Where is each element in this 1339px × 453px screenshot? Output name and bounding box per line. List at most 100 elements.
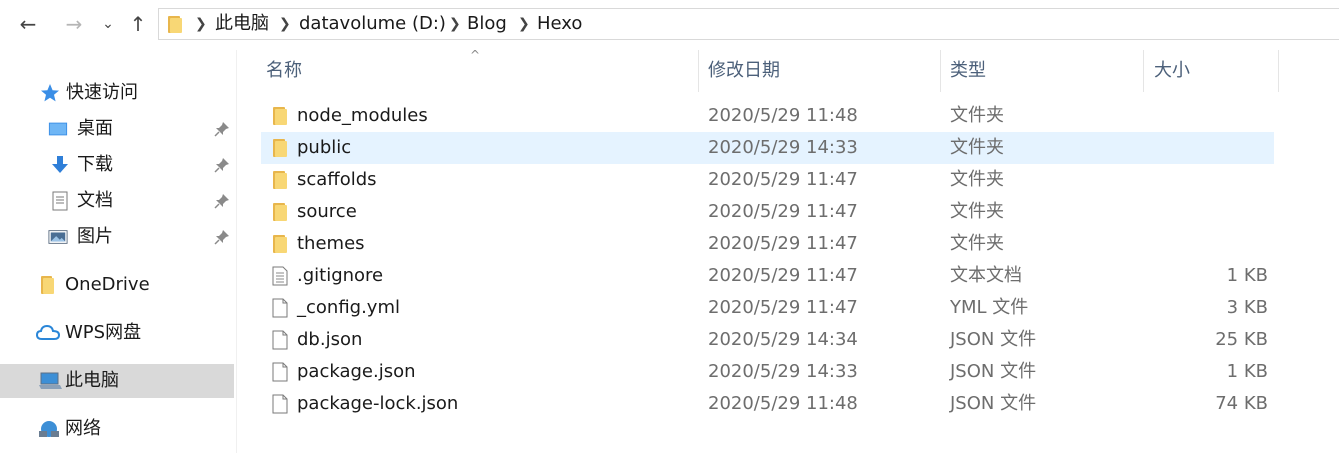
column-header-name[interactable]: 名称 bbox=[266, 50, 302, 92]
sidebar-item-wps[interactable]: WPS网盘 bbox=[0, 316, 234, 350]
column-separator[interactable] bbox=[698, 50, 699, 92]
file-type: JSON 文件 bbox=[950, 329, 1037, 350]
file-row[interactable]: node_modules 2020/5/29 11:48 文件夹 bbox=[261, 100, 1274, 132]
network-icon bbox=[39, 421, 59, 437]
sidebar-item-label: 此电脑 bbox=[65, 370, 119, 391]
file-size: 3 KB bbox=[1226, 297, 1268, 318]
sidebar-item-label: WPS网盘 bbox=[65, 322, 142, 343]
file-size: 1 KB bbox=[1226, 265, 1268, 286]
file-type: JSON 文件 bbox=[950, 361, 1037, 382]
sidebar-item-label: 桌面 bbox=[77, 118, 113, 139]
chevron-right-icon[interactable]: ❯ bbox=[518, 9, 530, 39]
file-date: 2020/5/29 14:33 bbox=[708, 137, 858, 158]
breadcrumb-blog[interactable]: Blog bbox=[467, 9, 507, 39]
file-row[interactable]: public 2020/5/29 14:33 文件夹 bbox=[261, 132, 1274, 164]
sidebar-item-label: 文档 bbox=[77, 190, 113, 211]
cloud-icon bbox=[36, 324, 60, 340]
file-type: 文件夹 bbox=[950, 201, 1004, 222]
sidebar-item-label: OneDrive bbox=[65, 274, 150, 295]
sidebar-item-documents[interactable]: 文档 bbox=[0, 184, 234, 218]
column-header-size[interactable]: 大小 bbox=[1154, 50, 1190, 92]
sidebar-item-this-pc[interactable]: 此电脑 bbox=[0, 364, 234, 398]
file-row[interactable]: scaffolds 2020/5/29 11:47 文件夹 bbox=[261, 164, 1274, 196]
file-type: 文件夹 bbox=[950, 105, 1004, 126]
sort-ascending-icon: ^ bbox=[470, 48, 481, 62]
column-separator[interactable] bbox=[1278, 50, 1279, 92]
folder-icon bbox=[273, 235, 287, 253]
breadcrumb-this-pc[interactable]: 此电脑 bbox=[215, 9, 269, 39]
file-date: 2020/5/29 11:47 bbox=[708, 265, 858, 286]
download-icon bbox=[52, 156, 68, 173]
breadcrumb-drive[interactable]: datavolume (D:) bbox=[299, 9, 446, 39]
sidebar-item-desktop[interactable]: 桌面 bbox=[0, 112, 234, 146]
chevron-right-icon[interactable]: ❯ bbox=[195, 9, 207, 39]
folder-icon bbox=[273, 203, 287, 221]
file-row[interactable]: db.json 2020/5/29 14:34 JSON 文件 25 KB bbox=[261, 324, 1274, 356]
folder-icon bbox=[41, 276, 54, 294]
column-separator[interactable] bbox=[1143, 50, 1144, 92]
column-separator[interactable] bbox=[940, 50, 941, 92]
file-type: 文件夹 bbox=[950, 233, 1004, 254]
chevron-right-icon[interactable]: ❯ bbox=[279, 9, 291, 39]
file-row[interactable]: package.json 2020/5/29 14:33 JSON 文件 1 KB bbox=[261, 356, 1274, 388]
pin-icon[interactable] bbox=[214, 229, 230, 245]
file-name: node_modules bbox=[297, 105, 428, 126]
file-name: public bbox=[297, 137, 352, 158]
file-icon bbox=[272, 298, 288, 318]
sidebar-item-quick-access[interactable]: 快速访问 bbox=[0, 76, 234, 110]
file-row[interactable]: .gitignore 2020/5/29 11:47 文本文档 1 KB bbox=[261, 260, 1274, 292]
sidebar-item-label: 快速访问 bbox=[66, 82, 138, 103]
pane-divider[interactable] bbox=[236, 50, 237, 453]
pictures-icon bbox=[48, 230, 68, 244]
file-name: package.json bbox=[297, 361, 416, 382]
sidebar-item-downloads[interactable]: 下载 bbox=[0, 148, 234, 182]
chevron-right-icon[interactable]: ❯ bbox=[449, 9, 461, 39]
folder-icon bbox=[168, 16, 182, 33]
file-size: 1 KB bbox=[1226, 361, 1268, 382]
file-size: 74 KB bbox=[1215, 393, 1268, 414]
file-name: themes bbox=[297, 233, 365, 254]
column-header-date[interactable]: 修改日期 bbox=[708, 50, 780, 92]
up-button[interactable]: ↑ bbox=[124, 10, 152, 38]
column-header-type[interactable]: 类型 bbox=[950, 50, 986, 92]
folder-icon bbox=[273, 107, 287, 125]
file-date: 2020/5/29 11:48 bbox=[708, 105, 858, 126]
file-type: 文件夹 bbox=[950, 169, 1004, 190]
file-date: 2020/5/29 14:33 bbox=[708, 361, 858, 382]
toolbar: ← → ⌄ ↑ ❯ 此电脑 ❯ datavolume (D:) ❯ Blog ❯… bbox=[0, 0, 1339, 50]
file-row[interactable]: _config.yml 2020/5/29 11:47 YML 文件 3 KB bbox=[261, 292, 1274, 324]
file-size: 25 KB bbox=[1215, 329, 1268, 350]
pin-icon[interactable] bbox=[214, 157, 230, 173]
forward-button[interactable]: → bbox=[60, 10, 88, 38]
pin-icon[interactable] bbox=[214, 193, 230, 209]
address-bar[interactable]: ❯ 此电脑 ❯ datavolume (D:) ❯ Blog ❯ Hexo bbox=[158, 8, 1339, 40]
file-type: YML 文件 bbox=[950, 297, 1029, 318]
file-date: 2020/5/29 11:48 bbox=[708, 393, 858, 414]
navigation-pane: 快速访问 桌面 下载 文档 图片 OneDrive WPS网盘 此电脑 网络 bbox=[0, 50, 236, 453]
sidebar-item-network[interactable]: 网络 bbox=[0, 412, 234, 446]
back-button[interactable]: ← bbox=[14, 10, 42, 38]
file-row[interactable]: source 2020/5/29 11:47 文件夹 bbox=[261, 196, 1274, 228]
file-icon bbox=[272, 362, 288, 382]
recent-locations-button[interactable]: ⌄ bbox=[94, 10, 122, 38]
sidebar-item-onedrive[interactable]: OneDrive bbox=[0, 268, 234, 302]
sidebar-item-pictures[interactable]: 图片 bbox=[0, 220, 234, 254]
breadcrumb-hexo[interactable]: Hexo bbox=[537, 9, 582, 39]
text-file-icon bbox=[272, 266, 288, 286]
file-name: package-lock.json bbox=[297, 393, 459, 414]
sidebar-item-label: 下载 bbox=[77, 154, 113, 175]
file-date: 2020/5/29 11:47 bbox=[708, 169, 858, 190]
file-name: _config.yml bbox=[297, 297, 400, 318]
file-date: 2020/5/29 14:34 bbox=[708, 329, 858, 350]
file-name: db.json bbox=[297, 329, 363, 350]
file-date: 2020/5/29 11:47 bbox=[708, 201, 858, 222]
file-row[interactable]: themes 2020/5/29 11:47 文件夹 bbox=[261, 228, 1274, 260]
folder-icon bbox=[273, 139, 287, 157]
file-row[interactable]: package-lock.json 2020/5/29 11:48 JSON 文件 7… bbox=[261, 388, 1274, 420]
file-type: 文件夹 bbox=[950, 137, 1004, 158]
sidebar-item-label: 图片 bbox=[77, 226, 113, 247]
file-name: source bbox=[297, 201, 357, 222]
pin-icon[interactable] bbox=[214, 121, 230, 137]
star-icon bbox=[41, 84, 59, 102]
desktop-icon bbox=[48, 122, 68, 136]
